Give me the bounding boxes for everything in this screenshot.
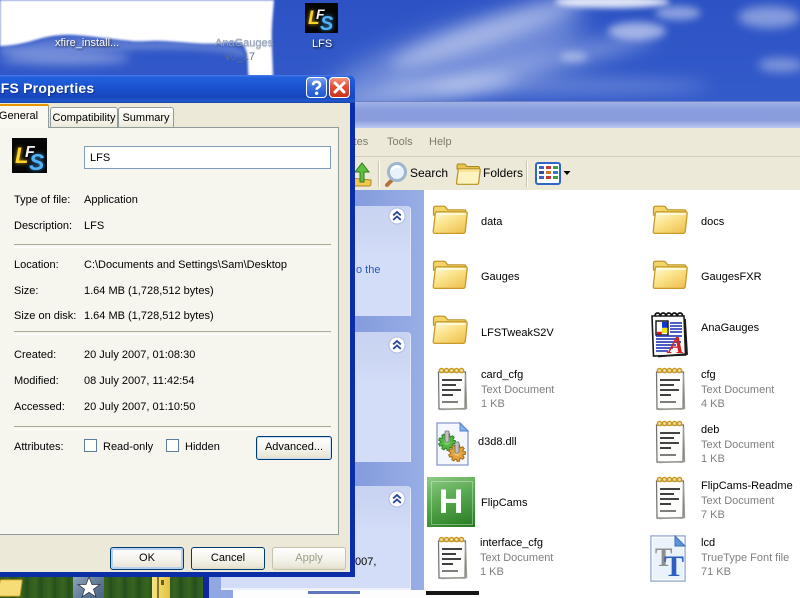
svg-text:T: T: [664, 550, 684, 583]
svg-text:A: A: [666, 333, 684, 359]
svg-text:S: S: [320, 13, 334, 33]
svg-text:S: S: [29, 149, 45, 173]
